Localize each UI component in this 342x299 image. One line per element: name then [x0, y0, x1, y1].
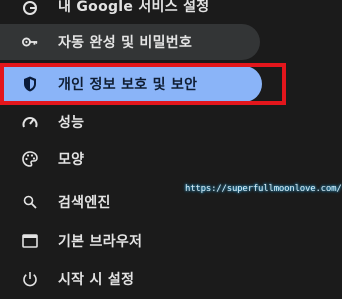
- palette-icon: [22, 151, 38, 167]
- watermark-url: https://superfullmoonlove.com/: [185, 184, 342, 194]
- settings-sidebar: 내 Google 서비스 설정 자동 완성 및 비밀번호 개인 정보 보호 및 …: [0, 0, 342, 299]
- sidebar-item-label: 기본 브라우저: [58, 234, 143, 250]
- browser-window-icon: [22, 233, 38, 249]
- sidebar-item-search-engine[interactable]: 검색엔진: [0, 184, 111, 220]
- sidebar-item-autofill[interactable]: 자동 완성 및 비밀번호: [0, 24, 260, 60]
- key-icon: [22, 34, 38, 50]
- sidebar-item-label: 성능: [58, 115, 85, 131]
- sidebar-item-on-startup[interactable]: 시작 시 설정: [0, 261, 134, 297]
- sidebar-item-label: 모양: [58, 152, 85, 168]
- sidebar-item-label: 검색엔진: [58, 195, 111, 211]
- sidebar-item-google-services[interactable]: 내 Google 서비스 설정: [0, 0, 209, 16]
- sidebar-item-label: 시작 시 설정: [58, 272, 135, 288]
- sidebar-item-appearance[interactable]: 모양: [0, 141, 84, 177]
- speedometer-icon: [22, 114, 38, 130]
- sidebar-item-performance[interactable]: 성능: [0, 104, 84, 140]
- sidebar-item-label: 자동 완성 및 비밀번호: [58, 35, 193, 51]
- sidebar-item-privacy-security[interactable]: 개인 정보 보호 및 보안: [0, 66, 262, 102]
- sidebar-item-default-browser[interactable]: 기본 브라우저: [0, 223, 142, 259]
- sidebar-item-label: 내 Google 서비스 설정: [58, 0, 210, 15]
- shield-icon: [22, 76, 38, 92]
- power-icon: [22, 271, 38, 287]
- search-icon: [22, 194, 38, 210]
- sidebar-item-label: 개인 정보 보호 및 보안: [58, 77, 198, 93]
- google-g-icon: [22, 0, 38, 16]
